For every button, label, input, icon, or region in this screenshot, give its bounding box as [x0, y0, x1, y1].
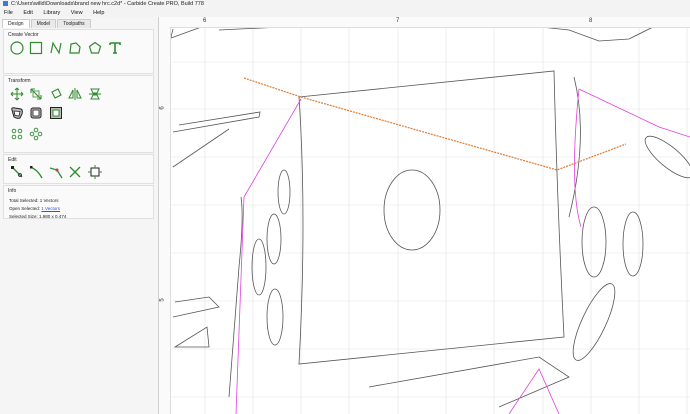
tab-toolpaths[interactable]: Toolpaths — [57, 19, 91, 28]
scale-icon[interactable] — [29, 87, 43, 101]
create-vector-panel: Create Vector — [3, 29, 154, 74]
edit-panel: Edit — [3, 154, 154, 184]
array-icon[interactable] — [10, 127, 24, 141]
smooth-icon[interactable] — [29, 165, 43, 179]
curve-icon[interactable] — [49, 41, 63, 55]
menu-edit[interactable]: Edit — [23, 10, 32, 16]
boolean-icon[interactable] — [29, 106, 43, 120]
grid — [159, 17, 690, 414]
sidebar: Design Model Toolpaths Create Vector Tra… — [0, 17, 159, 414]
transform-panel: Transform — [3, 75, 154, 153]
circle-icon[interactable] — [10, 41, 24, 55]
edit-title: Edit — [8, 157, 17, 163]
ruler-label-v6: 6 — [159, 106, 166, 110]
fillet-icon[interactable] — [49, 165, 63, 179]
open-selected-label: Open Selected: — [9, 206, 41, 211]
circular-array-icon[interactable] — [29, 127, 43, 141]
tab-model[interactable]: Model — [30, 19, 57, 28]
menu-file[interactable]: File — [4, 10, 13, 16]
polyline-icon[interactable] — [68, 41, 82, 55]
ruler-label-7: 7 — [396, 18, 400, 24]
ruler-label-6: 6 — [203, 18, 207, 24]
flip-icon[interactable] — [68, 87, 82, 101]
total-selected-label: Total Selected: — [9, 198, 39, 203]
open-selected-link[interactable]: 1 Vectors — [41, 206, 60, 211]
ruler-label-8: 8 — [589, 18, 593, 24]
window-title: C:\Users\willd\Downloads\brand new hrc.c… — [11, 1, 204, 7]
selected-size-value: 1.980 x 0.474 — [39, 214, 67, 219]
title-bar: C:\Users\willd\Downloads\brand new hrc.c… — [0, 0, 690, 9]
offset-icon[interactable] — [10, 106, 24, 120]
rectangle-icon[interactable] — [29, 41, 43, 55]
node-edit-icon[interactable] — [10, 165, 24, 179]
create-vector-title: Create Vector — [8, 32, 39, 38]
total-selected-row: Total Selected: 1 Vectors — [9, 197, 153, 204]
trim-icon[interactable] — [68, 165, 82, 179]
polygon-icon[interactable] — [88, 41, 102, 55]
info-title: Info — [8, 188, 17, 194]
align-icon[interactable] — [88, 87, 102, 101]
menu-view[interactable]: View — [71, 10, 83, 16]
transform-title: Transform — [8, 78, 31, 84]
text-icon[interactable] — [108, 41, 122, 55]
menu-library[interactable]: Library — [43, 10, 60, 16]
bounding-box-icon[interactable] — [88, 165, 102, 179]
open-selected-row: Open Selected: 1 Vectors — [9, 205, 153, 212]
horizontal-ruler: 6 7 8 — [159, 17, 690, 28]
tab-design[interactable]: Design — [2, 19, 30, 28]
ruler-label-v5: 5 — [159, 298, 166, 302]
vertical-ruler: 6 5 — [159, 27, 171, 414]
selected-size-label: Selected Size: — [9, 214, 38, 219]
move-icon[interactable] — [10, 87, 24, 101]
group-icon[interactable] — [49, 106, 63, 120]
drawing-surface[interactable] — [159, 17, 690, 414]
app-icon — [3, 1, 8, 6]
selected-size-row: Selected Size: 1.980 x 0.474 — [9, 213, 153, 220]
total-selected-value: 1 Vectors — [39, 198, 59, 203]
menu-bar: File Edit Library View Help — [0, 9, 690, 17]
toolpath-preview — [235, 88, 690, 414]
info-panel: Info Total Selected: 1 Vectors Open Sele… — [3, 185, 154, 219]
vector-geometry[interactable] — [168, 17, 690, 408]
rotate-icon[interactable] — [49, 87, 63, 101]
tab-bar: Design Model Toolpaths — [2, 19, 92, 28]
menu-help[interactable]: Help — [93, 10, 104, 16]
design-canvas[interactable]: 6 7 8 6 5 — [159, 17, 690, 414]
